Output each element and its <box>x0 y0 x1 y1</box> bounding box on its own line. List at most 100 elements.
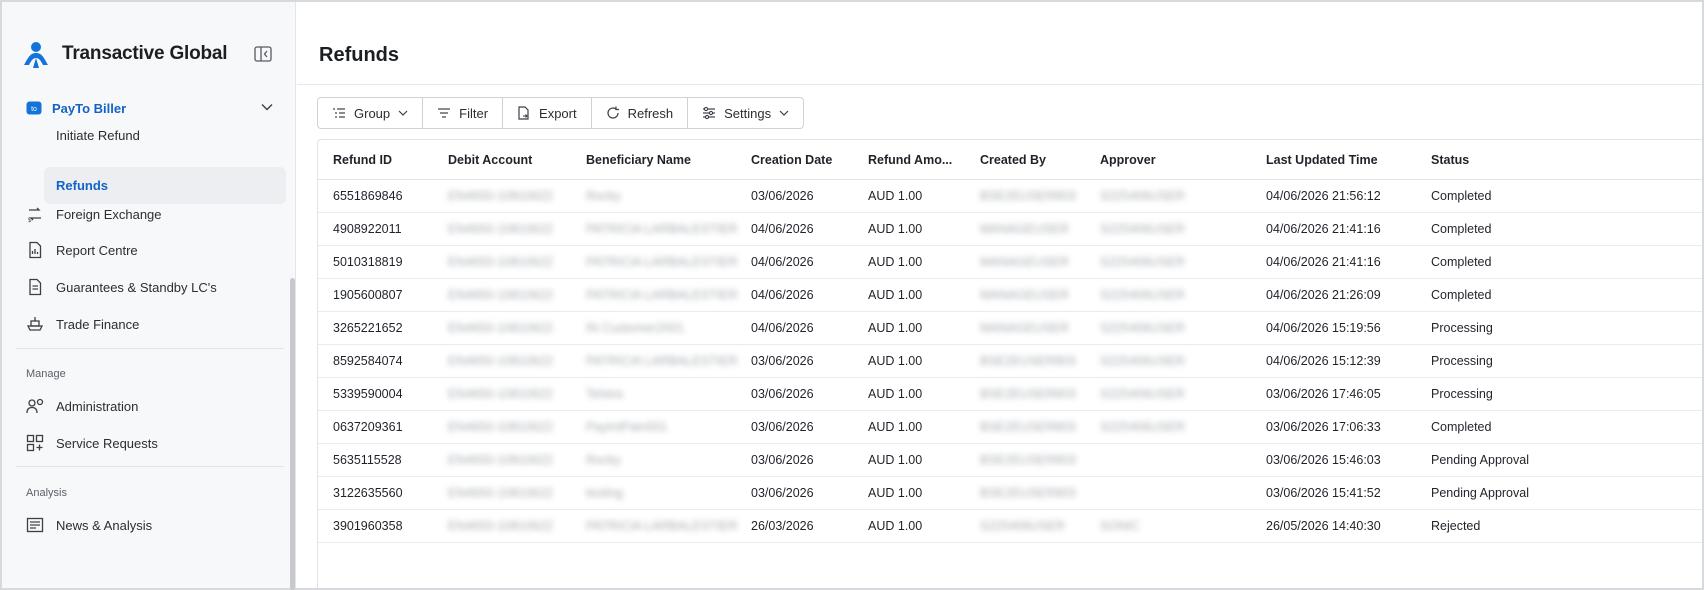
nav-group-payto-biller[interactable]: to PayTo Biller <box>26 97 284 119</box>
column-header-creation-date[interactable]: Creation Date <box>751 153 832 167</box>
table-row[interactable]: 3901960358 EN4650-10810622 PATRICIA LARBAL… <box>318 510 1703 543</box>
sidebar-item-administration[interactable]: Administration <box>26 395 138 417</box>
cell-status: Processing <box>1431 354 1493 368</box>
cell-debit-account: EN4650-10810622 <box>448 288 553 302</box>
cell-refund-amount: AUD 1.00 <box>868 453 923 467</box>
cell-refund-id: 5339590004 <box>333 387 403 401</box>
table-row[interactable]: 3265221652 EN4650-10810622 IN Customer2001… <box>318 312 1703 345</box>
table-row[interactable]: 0637209361 EN4650-10810622 PayIntPain001 03… <box>318 411 1703 444</box>
cell-debit-account: EN4650-10810622 <box>448 321 553 335</box>
app-name: Transactive Global <box>62 43 228 64</box>
cell-created-by: MANAGEUSER <box>980 222 1069 236</box>
cell-approver: SONIC <box>1100 519 1140 533</box>
column-header-beneficiary[interactable]: Beneficiary Name <box>586 153 691 167</box>
cell-last-updated: 04/06/2026 21:41:16 <box>1266 255 1381 269</box>
column-header-debit-account[interactable]: Debit Account <box>448 153 532 167</box>
cell-refund-id: 3265221652 <box>333 321 403 335</box>
cell-beneficiary: PATRICIA LARBALESTIER <box>586 519 738 533</box>
sidebar-item-label: News & Analysis <box>56 517 153 533</box>
export-button[interactable]: Export <box>503 98 592 128</box>
sidebar-item-news-analysis[interactable]: News & Analysis <box>26 514 152 536</box>
cell-last-updated: 03/06/2026 17:46:05 <box>1266 387 1381 401</box>
sidebar-item-foreign-exchange[interactable]: $ Foreign Exchange <box>26 203 162 225</box>
export-icon <box>518 106 529 120</box>
refunds-table: Refund ID Debit Account Beneficiary Name… <box>317 139 1703 588</box>
cell-refund-amount: AUD 1.00 <box>868 519 923 533</box>
cell-approver: S225406USER <box>1100 420 1185 434</box>
ship-icon <box>26 317 44 331</box>
cell-refund-id: 6551869846 <box>333 189 403 203</box>
cell-beneficiary: PATRICIA LARBALESTIER <box>586 222 738 236</box>
payto-icon: to <box>26 101 42 115</box>
column-header-refund-amount[interactable]: Refund Amo... <box>868 153 952 167</box>
cell-last-updated: 04/06/2026 21:56:12 <box>1266 189 1381 203</box>
sidebar-scrollbar[interactable] <box>290 278 295 590</box>
sidebar-item-report-centre[interactable]: Report Centre <box>26 239 138 261</box>
cell-status: Completed <box>1431 189 1492 203</box>
group-label: Group <box>354 105 391 121</box>
cell-status: Pending Approval <box>1431 486 1529 500</box>
settings-button[interactable]: Settings <box>688 98 803 128</box>
sidebar-item-label: Administration <box>56 398 139 414</box>
cell-refund-id: 8592584074 <box>333 354 403 368</box>
table-row[interactable]: 1905600807 EN4650-10810622 PATRICIA LARBAL… <box>318 279 1703 312</box>
cell-created-by: BSE2EUSER803 <box>980 453 1076 467</box>
table-row[interactable]: 5635115528 EN4650-10810622 Rocky 03/06/2026… <box>318 444 1703 477</box>
filter-button[interactable]: Filter <box>423 98 504 128</box>
column-header-last-updated[interactable]: Last Updated Time <box>1266 153 1378 167</box>
cell-approver: S225406USER <box>1100 255 1185 269</box>
cell-debit-account: EN4650-10810622 <box>448 354 553 368</box>
cell-creation-date: 04/06/2026 <box>751 255 814 269</box>
cell-approver: S225406USER <box>1100 387 1185 401</box>
sidebar-item-label: Report Centre <box>56 242 138 258</box>
cell-beneficiary: Telstra <box>586 387 623 401</box>
column-header-status[interactable]: Status <box>1431 153 1469 167</box>
cell-refund-id: 3122635560 <box>333 486 403 500</box>
grid-plus-icon <box>26 434 44 452</box>
table-row[interactable]: 3122635560 EN4650-10810622 testing 03/06/20… <box>318 477 1703 510</box>
cell-refund-amount: AUD 1.00 <box>868 420 923 434</box>
refresh-button[interactable]: Refresh <box>592 98 689 128</box>
table-row[interactable]: 4908922011 EN4650-10810622 PATRICIA LARBAL… <box>318 213 1703 246</box>
cell-last-updated: 04/06/2026 21:26:09 <box>1266 288 1381 302</box>
table-row[interactable]: 6551869846 EN4650-10810622 Rocky 03/06/2026… <box>318 180 1703 213</box>
cell-refund-amount: AUD 1.00 <box>868 189 923 203</box>
table-row[interactable]: 5010318819 EN4650-10810622 PATRICIA LARBAL… <box>318 246 1703 279</box>
cell-debit-account: EN4650-10810622 <box>448 420 553 434</box>
filter-icon <box>438 108 451 118</box>
cell-approver: S225406USER <box>1100 321 1185 335</box>
cell-refund-id: 5635115528 <box>333 453 402 467</box>
cell-creation-date: 03/06/2026 <box>751 453 814 467</box>
group-button[interactable]: Group <box>318 98 424 128</box>
column-header-created-by[interactable]: Created By <box>980 153 1046 167</box>
table-row[interactable]: 5339590004 EN4650-10810622 Telstra 03/06/20… <box>318 378 1703 411</box>
group-icon <box>333 108 345 118</box>
cell-last-updated: 04/06/2026 15:12:39 <box>1266 354 1381 368</box>
sidebar-item-refunds[interactable]: Refunds <box>44 167 286 204</box>
section-title-manage: Manage <box>26 368 66 380</box>
sidebar-item-trade-finance[interactable]: Trade Finance <box>26 313 139 335</box>
logo-icon <box>24 42 48 68</box>
cell-created-by: S225406USER <box>980 519 1065 533</box>
cell-created-by: BSE2EUSER803 <box>980 387 1076 401</box>
cell-status: Completed <box>1431 288 1492 302</box>
cell-refund-amount: AUD 1.00 <box>868 288 923 302</box>
brand[interactable]: Transactive Global <box>20 38 228 70</box>
sidebar-item-label: Trade Finance <box>56 316 140 332</box>
collapse-sidebar-icon[interactable] <box>254 46 272 62</box>
table-row[interactable]: 8592584074 EN4650-10810622 PATRICIA LARBAL… <box>318 345 1703 378</box>
column-header-approver[interactable]: Approver <box>1100 153 1156 167</box>
refresh-icon <box>607 106 619 119</box>
sidebar-item-guarantees[interactable]: Guarantees & Standby LC's <box>26 276 217 298</box>
chevron-down-icon[interactable] <box>260 100 274 114</box>
cell-beneficiary: PATRICIA LARBALESTIER <box>586 255 738 269</box>
chevron-down-icon <box>779 110 789 116</box>
cell-refund-id: 1905600807 <box>333 288 403 302</box>
column-header-refund-id[interactable]: Refund ID <box>333 153 392 167</box>
cell-last-updated: 04/06/2026 21:41:16 <box>1266 222 1381 236</box>
sidebar-item-service-requests[interactable]: Service Requests <box>26 432 158 454</box>
cell-created-by: BSE2EUSER803 <box>980 486 1076 500</box>
sidebar-item-initiate-refund[interactable]: Initiate Refund <box>56 128 140 143</box>
section-title-analysis: Analysis <box>26 487 67 499</box>
cell-debit-account: EN4650-10810622 <box>448 453 553 467</box>
